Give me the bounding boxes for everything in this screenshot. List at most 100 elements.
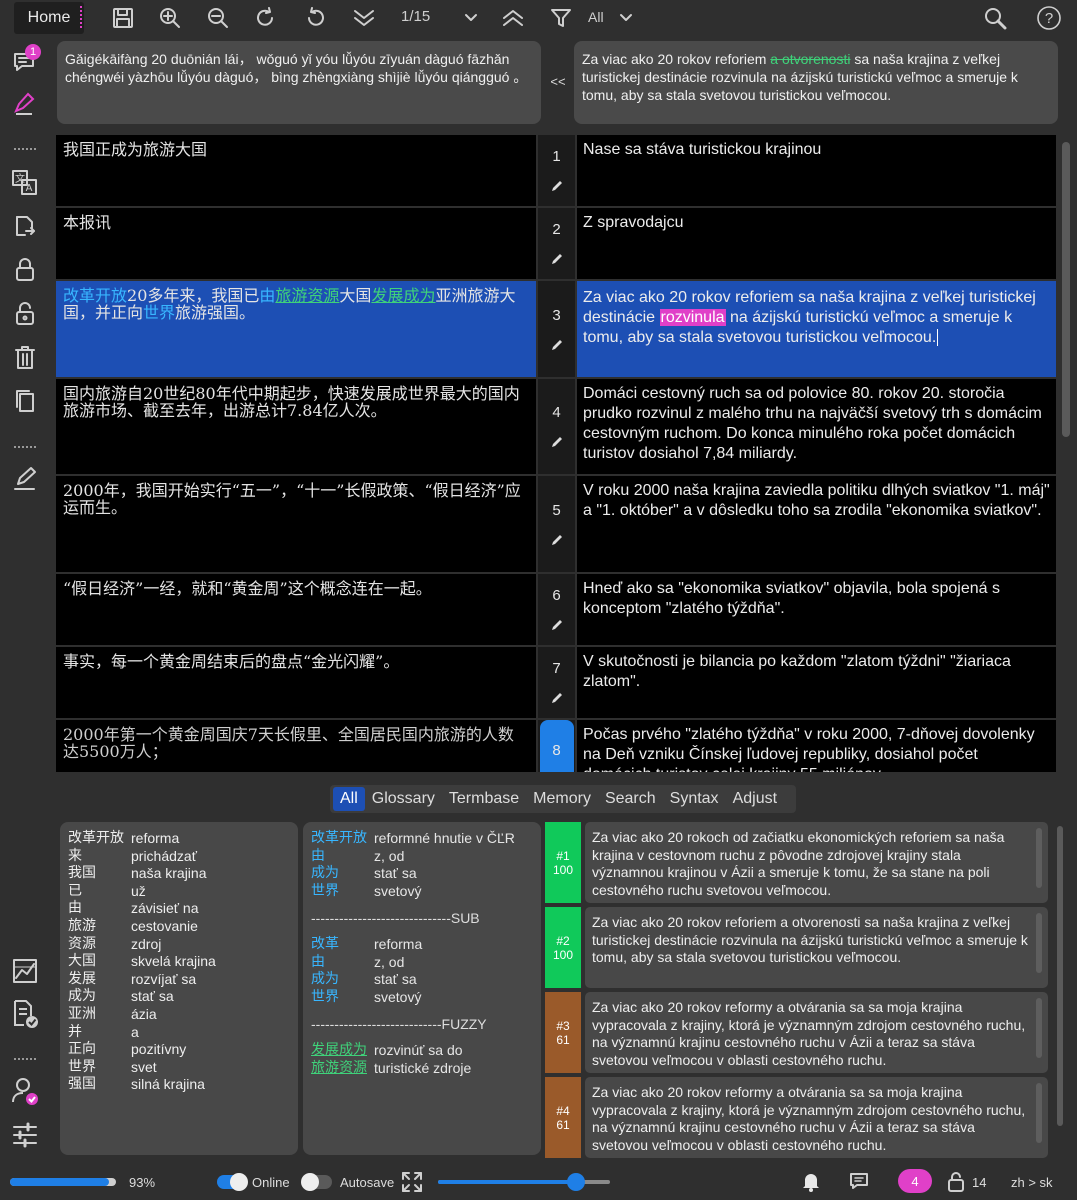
previous-segment-button[interactable] xyxy=(498,3,528,33)
segment-row[interactable]: 我国正成为旅游大国 1 Nase sa stáva turistickou kr… xyxy=(56,135,1058,206)
online-toggle[interactable] xyxy=(217,1173,248,1191)
match-scrollbar[interactable] xyxy=(1036,998,1042,1058)
glossary-entry[interactable]: 发展 rozvíjať sa xyxy=(68,971,290,989)
filter-dropdown-button[interactable] xyxy=(611,3,641,33)
tab-search[interactable]: Search xyxy=(598,787,663,811)
swap-preview-button[interactable]: << xyxy=(544,74,572,92)
target-cell[interactable]: V roku 2000 naša krajina zaviedla politi… xyxy=(577,476,1056,572)
target-cell[interactable]: Z spravodajcu xyxy=(577,208,1056,279)
memory-match[interactable]: #2 100 Za viac ako 20 rokov reforiem a otv… xyxy=(545,907,1048,988)
highlight-button[interactable] xyxy=(8,87,42,121)
lock-button[interactable] xyxy=(8,253,42,287)
segment-row[interactable]: 2000年，我国开始实行“五一”，“十一”长假政策、“假日经济”应运而生。 5 … xyxy=(56,476,1058,572)
zoom-slider-handle[interactable] xyxy=(566,1173,585,1191)
filter-value[interactable]: All xyxy=(588,9,604,25)
glossary-entry[interactable]: 来 prichádzať xyxy=(68,848,290,866)
match-text-box[interactable]: Za viac ako 20 rokoch od začiatku ekonom… xyxy=(585,822,1048,903)
copy-source-button[interactable] xyxy=(8,210,42,244)
tab-adjust[interactable]: Adjust xyxy=(726,787,784,811)
glossary-entry[interactable]: 由 závisieť na xyxy=(68,900,290,918)
settings-button[interactable] xyxy=(8,1118,42,1152)
pencil-icon[interactable] xyxy=(550,338,564,352)
target-cell[interactable]: Domáci cestovný ruch sa od polovice 80. … xyxy=(577,379,1056,474)
glossary-entry[interactable]: 资源 zdroj xyxy=(68,936,290,954)
zoom-slider[interactable] xyxy=(438,1173,610,1191)
notifications-button[interactable] xyxy=(801,1171,821,1193)
glossary-entry[interactable]: 世界 svet xyxy=(68,1059,290,1077)
statistics-button[interactable] xyxy=(8,954,42,988)
edit-button[interactable] xyxy=(8,462,42,496)
save-button[interactable] xyxy=(108,3,138,33)
messages-button[interactable] xyxy=(849,1171,869,1191)
termbase-entry[interactable]: 旅游资源 turistické zdroje xyxy=(311,1060,533,1078)
pencil-icon[interactable] xyxy=(550,691,564,705)
page-dropdown-button[interactable] xyxy=(456,3,486,33)
matches-scrollbar[interactable] xyxy=(1057,826,1063,1126)
tab-termbase[interactable]: Termbase xyxy=(442,787,526,811)
unlock-button[interactable] xyxy=(8,297,42,331)
termbase-entry[interactable]: 成为 stať sa xyxy=(311,971,533,989)
glossary-entry[interactable]: 已 už xyxy=(68,883,290,901)
tab-syntax[interactable]: Syntax xyxy=(663,787,726,811)
redo-button[interactable] xyxy=(251,3,281,33)
pencil-icon[interactable] xyxy=(550,618,564,632)
match-scrollbar[interactable] xyxy=(1036,1083,1042,1143)
segment-row-active[interactable]: 改革开放20多年来，我国已由旅游资源大国发展成为亚洲旅游大国，并正向世界旅游强国… xyxy=(56,281,1058,377)
termbase-entry[interactable]: 世界 svetový xyxy=(311,883,533,901)
autosave-toggle[interactable] xyxy=(301,1173,332,1191)
pencil-icon[interactable] xyxy=(550,179,564,193)
glossary-entry[interactable]: 成为 stať sa xyxy=(68,988,290,1006)
tab-glossary[interactable]: Glossary xyxy=(365,787,442,811)
termbase-entry[interactable]: 由 z, od xyxy=(311,954,533,972)
next-segment-button[interactable] xyxy=(349,3,379,33)
memory-match[interactable]: #1 100 Za viac ako 20 rokoch od začiatku e… xyxy=(545,822,1048,903)
match-scrollbar[interactable] xyxy=(1036,913,1042,973)
glossary-entry[interactable]: 大国 skvelá krajina xyxy=(68,953,290,971)
memory-match[interactable]: #3 61 Za viac ako 20 rokov reformy a otvár… xyxy=(545,992,1048,1073)
termbase-entry[interactable]: 成为 stať sa xyxy=(311,865,533,883)
target-cell[interactable]: Nase sa stáva turistickou krajinou xyxy=(577,135,1056,206)
copy-button[interactable] xyxy=(8,384,42,418)
pencil-icon[interactable] xyxy=(550,533,564,547)
glossary-entry[interactable]: 改革开放 reforma xyxy=(68,830,290,848)
search-button[interactable] xyxy=(980,3,1010,33)
match-text-box[interactable]: Za viac ako 20 rokov reformy a otvárania… xyxy=(585,1077,1048,1158)
segment-row[interactable]: “假日经济”一经，就和“黄金周”这个概念连在一起。 6 Hneď ako sa … xyxy=(56,574,1058,645)
match-text-box[interactable]: Za viac ako 20 rokov reforiem a otvoreno… xyxy=(585,907,1048,988)
glossary-entry[interactable]: 旅游 cestovanie xyxy=(68,918,290,936)
termbase-entry[interactable]: 改革开放 reformné hnutie v ČĽR xyxy=(311,830,533,848)
target-cell[interactable]: Hneď ako sa "ekonomika sviatkov" objavil… xyxy=(577,574,1056,645)
match-text-box[interactable]: Za viac ako 20 rokov reformy a otvárania… xyxy=(585,992,1048,1073)
tab-memory[interactable]: Memory xyxy=(526,787,598,811)
tab-all[interactable]: All xyxy=(333,787,365,811)
zoom-in-button[interactable] xyxy=(155,3,185,33)
memory-match[interactable]: #4 61 Za viac ako 20 rokov reformy a otvár… xyxy=(545,1077,1048,1158)
home-button[interactable]: Home xyxy=(14,2,84,34)
glossary-entry[interactable]: 并a xyxy=(68,1024,290,1042)
glossary-entry[interactable]: 我国 naša krajina xyxy=(68,865,290,883)
comments-button[interactable]: 1 xyxy=(8,44,42,79)
qa-check-button[interactable] xyxy=(8,997,42,1031)
grid-scrollbar[interactable] xyxy=(1062,142,1070,437)
target-cell[interactable]: Počas prvého "zlatého týždňa" v roku 200… xyxy=(577,720,1056,772)
undo-button[interactable] xyxy=(300,3,330,33)
pencil-icon[interactable] xyxy=(550,435,564,449)
fullscreen-button[interactable] xyxy=(401,1171,423,1193)
target-cell[interactable]: V skutočnosti je bilancia po každom "zla… xyxy=(577,647,1056,718)
pencil-icon[interactable] xyxy=(550,252,564,266)
help-button[interactable]: ? xyxy=(1034,3,1064,33)
segment-row[interactable]: 国内旅游自20世纪80年代中期起步，快速发展成世界最大的国内旅游市场、截至去年，… xyxy=(56,379,1058,474)
user-button[interactable] xyxy=(8,1074,42,1108)
target-editor[interactable]: Za viac ako 20 rokov reforiem sa naša kr… xyxy=(577,281,1056,377)
termbase-entry[interactable]: 世界 svetový xyxy=(311,989,533,1007)
zoom-out-button[interactable] xyxy=(203,3,233,33)
termbase-entry[interactable]: 改革 reforma xyxy=(311,936,533,954)
delete-button[interactable] xyxy=(8,341,42,375)
termbase-entry[interactable]: 由 z, od xyxy=(311,848,533,866)
match-scrollbar[interactable] xyxy=(1036,828,1042,888)
segment-row[interactable]: 事实，每一个黄金周结束后的盘点“金光闪耀”。 7 V skutočnosti j… xyxy=(56,647,1058,718)
segment-row[interactable]: 2000年第一个黄金周国庆7天长假里、全国居民国内旅游的人数达5500万人； 8… xyxy=(56,720,1058,772)
glossary-entry[interactable]: 强国 silná krajina xyxy=(68,1076,290,1094)
glossary-entry[interactable]: 亚洲 ázia xyxy=(68,1006,290,1024)
language-pair[interactable]: zh > sk xyxy=(1011,1175,1053,1190)
